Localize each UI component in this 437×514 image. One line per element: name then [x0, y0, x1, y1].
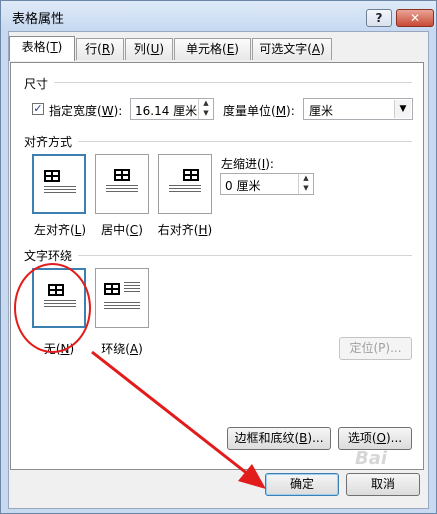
tab-table-label: 表格( — [21, 40, 51, 54]
tab-table-suffix: ) — [57, 40, 63, 54]
annotation-arrow-shaft — [91, 350, 259, 484]
tab-table[interactable]: 表格(T) — [9, 36, 75, 61]
watermark: Bai — [355, 448, 388, 469]
annotation-arrow — [91, 350, 266, 489]
tab-table-key: T — [50, 40, 58, 54]
